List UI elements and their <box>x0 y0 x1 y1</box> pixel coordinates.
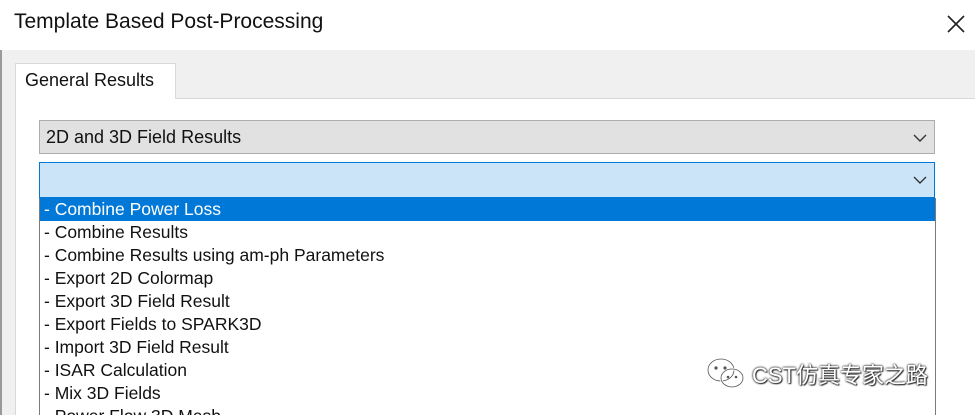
chevron-down-icon <box>913 134 927 142</box>
dropdown-item[interactable]: - Combine Results using am-ph Parameters <box>40 244 935 267</box>
tab-label: General Results <box>25 70 155 90</box>
template-dropdown[interactable] <box>39 162 935 198</box>
window-title: Template Based Post-Processing <box>14 10 324 33</box>
window-edge <box>0 50 2 415</box>
dropdown-item[interactable]: - Export Fields to SPARK3D <box>40 313 935 336</box>
wechat-icon <box>706 357 745 389</box>
dropdown-item[interactable]: - Combine Power Loss <box>40 198 935 221</box>
dropdown-item[interactable]: - Export 3D Field Result <box>40 290 935 313</box>
dropdown-item[interactable]: - Power Flow 3D Mesh <box>40 405 935 415</box>
category-dropdown-value: 2D and 3D Field Results <box>46 127 242 147</box>
dropdown-item[interactable]: - Combine Results <box>40 221 935 244</box>
close-icon <box>947 15 965 33</box>
category-dropdown[interactable]: 2D and 3D Field Results <box>39 120 935 154</box>
dialog-window: Template Based Post-Processing General R… <box>0 0 975 415</box>
tab-general-results[interactable]: General Results <box>15 63 176 99</box>
watermark: CST仿真专家之路 <box>706 354 928 394</box>
chevron-down-icon <box>913 176 927 184</box>
title-bar: Template Based Post-Processing <box>0 0 975 50</box>
dropdown-item[interactable]: - Export 2D Colormap <box>40 267 935 290</box>
watermark-text: CST仿真专家之路 <box>752 363 929 388</box>
close-button[interactable] <box>938 8 974 40</box>
